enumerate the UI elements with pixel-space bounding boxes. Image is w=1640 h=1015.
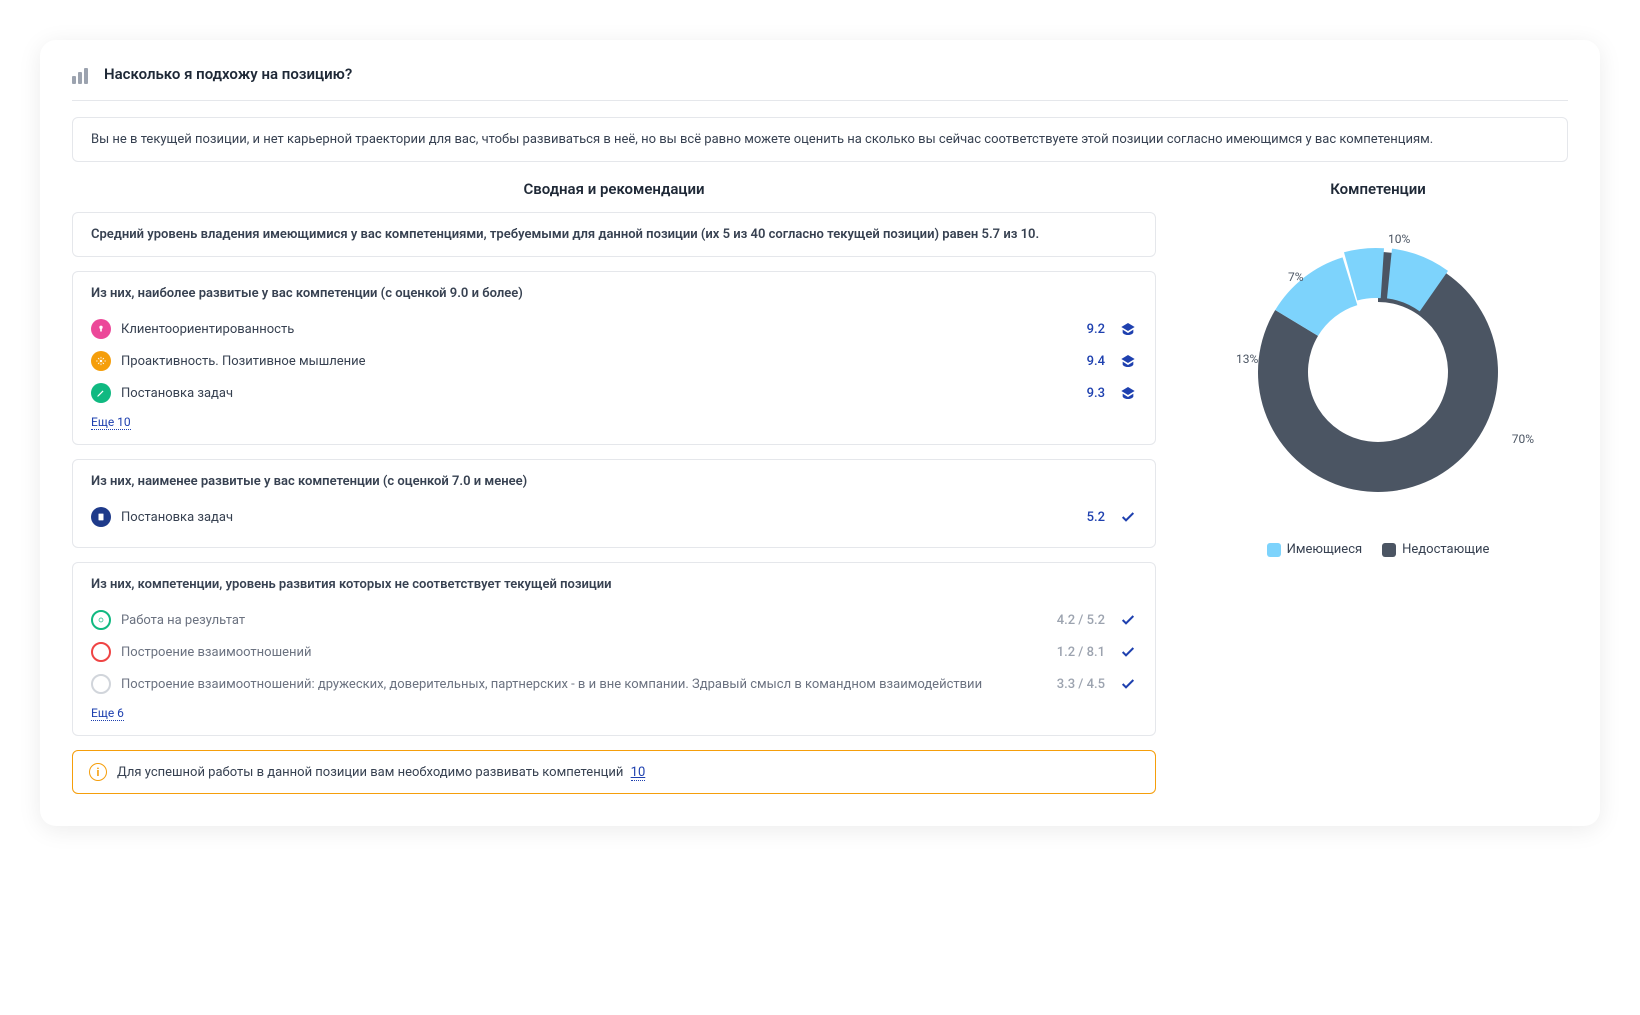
competency-row: Клиентоориентированность 9.2 <box>91 313 1137 345</box>
competency-score: 1.2 / 8.1 <box>1057 645 1105 660</box>
competency-row: Постановка задач 5.2 <box>91 501 1137 533</box>
graduation-cap-icon[interactable] <box>1119 384 1137 402</box>
page-container: Насколько я подхожу на позицию? Вы не в … <box>40 40 1600 826</box>
pencil-icon <box>91 383 111 403</box>
avg-card: Средний уровень владения имеющимися у ва… <box>72 212 1156 257</box>
competency-score: 9.4 <box>1087 354 1105 369</box>
summary-column: Сводная и рекомендации Средний уровень в… <box>72 180 1156 794</box>
chart-column: Компетенции <box>1188 180 1568 794</box>
more-high-link[interactable]: Еще 10 <box>91 415 131 430</box>
alert-text: Для успешной работы в данной позиции вам… <box>117 765 645 780</box>
avg-text: Средний уровень владения имеющимися у ва… <box>91 227 1137 242</box>
legend-have[interactable]: Имеющиеся <box>1267 542 1363 557</box>
competency-name: Постановка задач <box>121 386 1077 401</box>
donut-chart-wrap: 10% 7% 13% 70% Имеющиеся Недостающие <box>1188 212 1568 557</box>
legend-missing[interactable]: Недостающие <box>1382 542 1489 557</box>
competency-row: Работа на результат 4.2 / 5.2 <box>91 604 1137 636</box>
low-competencies-card: Из них, наименее развитые у вас компетен… <box>72 459 1156 548</box>
competency-score: 9.3 <box>1087 386 1105 401</box>
more-mismatch-link[interactable]: Еще 6 <box>91 706 124 721</box>
competency-row: Построение взаимоотношений 1.2 / 8.1 <box>91 636 1137 668</box>
legend-have-label: Имеющиеся <box>1287 542 1363 557</box>
content-area: Сводная и рекомендации Средний уровень в… <box>72 180 1568 794</box>
competency-name: Построение взаимоотношений: дружеских, д… <box>121 677 1047 692</box>
check-icon[interactable] <box>1119 611 1137 629</box>
competency-name: Клиентоориентированность <box>121 322 1077 337</box>
clipboard-icon <box>91 507 111 527</box>
summary-title: Сводная и рекомендации <box>72 180 1156 198</box>
high-competencies-header: Из них, наиболее развитые у вас компетен… <box>91 286 1137 301</box>
competency-score: 9.2 <box>1087 322 1105 337</box>
bar-chart-icon <box>72 64 92 84</box>
graduation-cap-icon[interactable] <box>1119 352 1137 370</box>
lightbulb-icon <box>91 319 111 339</box>
page-header: Насколько я подхожу на позицию? <box>72 64 1568 101</box>
alert-message: Для успешной работы в данной позиции вам… <box>117 765 623 780</box>
circle-icon <box>91 674 111 694</box>
chart-label-10: 10% <box>1388 232 1410 246</box>
legend-missing-label: Недостающие <box>1402 542 1489 557</box>
competency-name: Работа на результат <box>121 613 1047 628</box>
chart-title: Компетенции <box>1188 180 1568 198</box>
competency-score: 3.3 / 4.5 <box>1057 677 1105 692</box>
competency-name: Проактивность. Позитивное мышление <box>121 354 1077 369</box>
target-icon <box>91 610 111 630</box>
check-icon[interactable] <box>1119 508 1137 526</box>
donut-chart: 10% 7% 13% 70% <box>1228 222 1528 522</box>
competency-row: Постановка задач 9.3 <box>91 377 1137 409</box>
competency-name: Постановка задач <box>121 510 1077 525</box>
page-title: Насколько я подхожу на позицию? <box>104 65 352 83</box>
competency-row: Проактивность. Позитивное мышление 9.4 <box>91 345 1137 377</box>
graduation-cap-icon[interactable] <box>1119 320 1137 338</box>
info-banner: Вы не в текущей позиции, и нет карьерной… <box>72 117 1568 162</box>
mismatch-competencies-card: Из них, компетенции, уровень развития ко… <box>72 562 1156 736</box>
chart-label-70: 70% <box>1512 432 1534 446</box>
alert-count-link[interactable]: 10 <box>631 765 646 781</box>
mismatch-competencies-header: Из них, компетенции, уровень развития ко… <box>91 577 1137 592</box>
info-icon: i <box>89 763 107 781</box>
check-icon[interactable] <box>1119 643 1137 661</box>
swatch-gray-icon <box>1382 543 1396 557</box>
low-competencies-header: Из них, наименее развитые у вас компетен… <box>91 474 1137 489</box>
circle-icon <box>91 642 111 662</box>
high-competencies-card: Из них, наиболее развитые у вас компетен… <box>72 271 1156 445</box>
competency-name: Построение взаимоотношений <box>121 645 1047 660</box>
chart-label-13: 13% <box>1236 352 1258 366</box>
swatch-blue-icon <box>1267 543 1281 557</box>
chart-legend: Имеющиеся Недостающие <box>1267 542 1490 557</box>
competency-score: 4.2 / 5.2 <box>1057 613 1105 628</box>
gear-icon <box>91 351 111 371</box>
alert-card: i Для успешной работы в данной позиции в… <box>72 750 1156 794</box>
competency-row: Построение взаимоотношений: дружеских, д… <box>91 668 1137 700</box>
competency-score: 5.2 <box>1087 510 1105 525</box>
chart-label-7: 7% <box>1288 270 1304 284</box>
check-icon[interactable] <box>1119 675 1137 693</box>
